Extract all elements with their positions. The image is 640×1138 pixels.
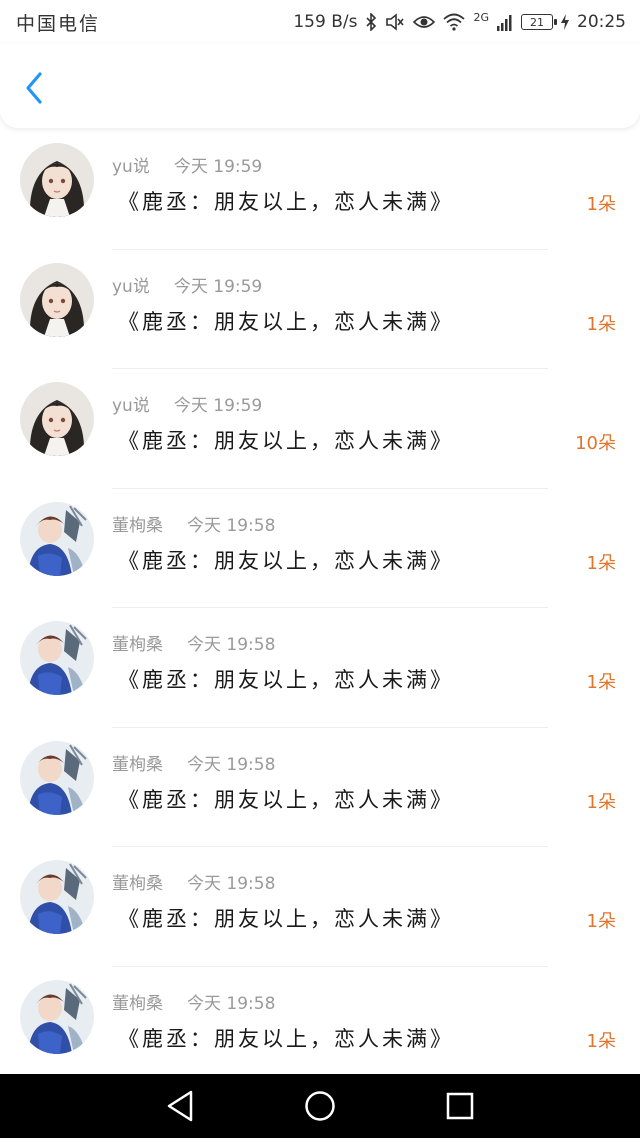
back-button[interactable] — [20, 70, 50, 106]
item-meta: 董栒桑 今天 19:58 — [112, 989, 275, 1014]
flower-count: 1朵 — [586, 194, 616, 215]
flower-count: 1朵 — [586, 1030, 616, 1052]
avatar[interactable] — [20, 860, 94, 934]
flower-count: 1朵 — [586, 313, 616, 335]
item-meta: 董栒桑 今天 19:58 — [112, 869, 275, 894]
item-meta: 董栒桑 今天 19:58 — [112, 511, 275, 536]
nav-recents-button[interactable] — [440, 1086, 480, 1126]
avatar[interactable] — [20, 501, 94, 576]
item-meta: yu说 今天 19:59 — [112, 272, 262, 297]
avatar[interactable] — [20, 979, 94, 1054]
nav-home-button[interactable] — [300, 1086, 340, 1126]
header-bar — [0, 44, 640, 128]
book-title: 《鹿丞：朋友以上，恋人未满》 — [118, 907, 454, 931]
network-type: 2G — [473, 10, 489, 24]
gift-record-list: yu说 今天 19:59 《鹿丞：朋友以上，恋人未满》 1朵 yu说 今天 19:59 《… — [0, 130, 640, 1086]
user-name: yu说 — [112, 157, 150, 177]
timestamp: 今天 19:59 — [173, 276, 263, 297]
mute-icon — [385, 13, 405, 31]
clock: 20:25 — [577, 12, 626, 32]
avatar[interactable] — [20, 262, 94, 337]
signal-icon — [497, 13, 513, 31]
wifi-icon — [443, 13, 466, 31]
user-name: 董栒桑 — [112, 754, 163, 775]
battery-icon: 21 — [521, 14, 557, 30]
timestamp: 今天 19:59 — [173, 157, 263, 177]
user-name: 董栒桑 — [112, 874, 163, 894]
timestamp: 今天 19:58 — [187, 874, 276, 894]
item-meta: 董栒桑 今天 19:58 — [112, 630, 275, 655]
flower-count: 1朵 — [586, 672, 616, 693]
avatar[interactable] — [20, 382, 94, 456]
timestamp: 今天 19:58 — [187, 515, 276, 536]
avatar[interactable] — [20, 740, 94, 815]
list-item[interactable]: 董栒桑 今天 19:58 《鹿丞：朋友以上，恋人未满》 1朵 — [0, 728, 640, 847]
status-bar: 中国电信 159 B/s 2G 21 20:25 — [0, 0, 640, 44]
book-title: 《鹿丞：朋友以上，恋人未满》 — [118, 548, 454, 573]
timestamp: 今天 19:58 — [187, 635, 276, 655]
list-item[interactable]: 董栒桑 今天 19:58 《鹿丞：朋友以上，恋人未满》 1朵 — [0, 489, 640, 608]
book-title: 《鹿丞：朋友以上，恋人未满》 — [118, 1026, 454, 1051]
home-circle-icon — [305, 1091, 335, 1121]
system-nav-bar — [0, 1074, 640, 1138]
charging-icon — [561, 14, 569, 30]
user-name: 董栒桑 — [112, 635, 163, 655]
user-name: yu说 — [112, 396, 150, 416]
flower-count: 1朵 — [586, 911, 616, 932]
item-meta: 董栒桑 今天 19:58 — [112, 750, 275, 775]
list-item[interactable]: yu说 今天 19:59 《鹿丞：朋友以上，恋人未满》 10朵 — [0, 369, 640, 489]
book-title: 《鹿丞：朋友以上，恋人未满》 — [118, 429, 454, 453]
chevron-left-icon — [26, 72, 42, 104]
status-icons: 159 B/s 2G 21 20:25 — [293, 10, 626, 33]
user-name: 董栒桑 — [112, 993, 163, 1014]
item-meta: yu说 今天 19:59 — [112, 391, 262, 416]
carrier-label: 中国电信 — [16, 12, 101, 35]
book-title: 《鹿丞：朋友以上，恋人未满》 — [118, 190, 454, 214]
eye-icon — [413, 14, 436, 30]
book-title: 《鹿丞：朋友以上，恋人未满》 — [118, 668, 454, 692]
battery-level: 21 — [530, 15, 544, 29]
timestamp: 今天 19:58 — [187, 754, 276, 775]
user-name: 董栒桑 — [112, 515, 163, 536]
list-item[interactable]: 董栒桑 今天 19:58 《鹿丞：朋友以上，恋人未满》 1朵 — [0, 967, 640, 1086]
bluetooth-icon — [365, 13, 377, 31]
list-item[interactable]: 董栒桑 今天 19:58 《鹿丞：朋友以上，恋人未满》 1朵 — [0, 847, 640, 967]
nav-back-button[interactable] — [160, 1086, 200, 1126]
timestamp: 今天 19:59 — [173, 396, 263, 416]
recents-square-icon — [446, 1092, 474, 1120]
back-triangle-icon — [167, 1090, 193, 1122]
avatar[interactable] — [20, 621, 94, 695]
list-item[interactable]: yu说 今天 19:59 《鹿丞：朋友以上，恋人未满》 1朵 — [0, 130, 640, 250]
flower-count: 1朵 — [586, 552, 616, 574]
flower-count: 10朵 — [575, 433, 616, 454]
user-name: yu说 — [112, 276, 150, 297]
item-meta: yu说 今天 19:59 — [112, 152, 262, 177]
book-title: 《鹿丞：朋友以上，恋人未满》 — [118, 309, 454, 334]
network-speed: 159 B/s — [293, 12, 358, 32]
list-item[interactable]: yu说 今天 19:59 《鹿丞：朋友以上，恋人未满》 1朵 — [0, 250, 640, 369]
avatar[interactable] — [20, 143, 94, 217]
list-item[interactable]: 董栒桑 今天 19:58 《鹿丞：朋友以上，恋人未满》 1朵 — [0, 608, 640, 728]
flower-count: 1朵 — [586, 791, 616, 813]
book-title: 《鹿丞：朋友以上，恋人未满》 — [118, 787, 454, 812]
timestamp: 今天 19:58 — [187, 993, 276, 1014]
